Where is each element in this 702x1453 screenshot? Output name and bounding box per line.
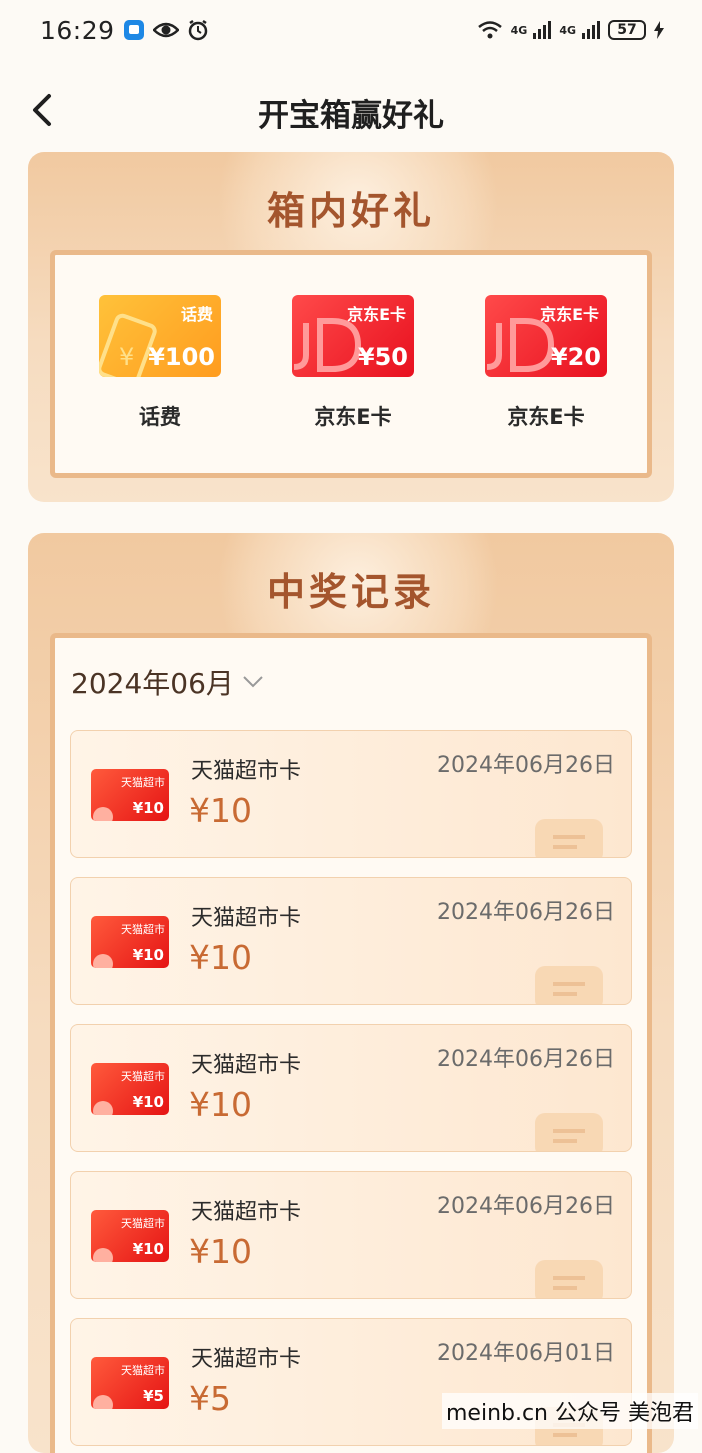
chevron-down-icon xyxy=(243,676,263,688)
jd-card: 京东E卡 ¥50 xyxy=(292,295,414,377)
record-date: 2024年06月26日 xyxy=(437,753,615,778)
tmall-card: 天猫超市 ¥5 xyxy=(91,1357,169,1409)
wifi-icon xyxy=(477,20,503,40)
tmall-card: 天猫超市 ¥10 xyxy=(91,1210,169,1262)
tmall-card-amount: ¥10 xyxy=(132,1093,164,1111)
record-date: 2024年06月01日 xyxy=(437,1341,615,1366)
prize-panel: 箱内好礼 ¥ 话费 ¥100 话费 京东E卡 ¥50 京东E卡 京东E卡 ¥20… xyxy=(28,152,674,502)
watermark: meinb.cn 公众号 美泡君 xyxy=(441,1393,698,1429)
ticket-icon xyxy=(535,966,603,1004)
status-bar: 16:29 4G 4G 57 xyxy=(0,0,702,60)
record-item[interactable]: 天猫超市 ¥10 天猫超市卡 ¥10 2024年06月26日 xyxy=(70,1171,632,1299)
network-label-2: 4G xyxy=(559,23,576,37)
prize-card-amount: ¥100 xyxy=(148,343,215,371)
signal-icon-2 xyxy=(582,21,600,39)
record-item[interactable]: 天猫超市 ¥10 天猫超市卡 ¥10 2024年06月26日 xyxy=(70,1024,632,1152)
month-selector[interactable]: 2024年06月 xyxy=(71,662,264,702)
prize-list: ¥ 话费 ¥100 话费 京东E卡 ¥50 京东E卡 京东E卡 ¥20 京东E卡 xyxy=(50,250,652,478)
charging-icon xyxy=(654,21,664,39)
page-title: 开宝箱赢好礼 xyxy=(258,98,444,134)
month-label: 2024年06月 xyxy=(71,667,234,700)
record-section-title: 中奖记录 xyxy=(266,569,435,614)
tmall-card-amount: ¥10 xyxy=(132,1240,164,1258)
prize-card-amount: ¥50 xyxy=(357,343,408,371)
jd-card: 京东E卡 ¥20 xyxy=(485,295,607,377)
message-app-icon xyxy=(123,19,145,41)
alarm-icon xyxy=(187,19,209,41)
record-amount: ¥10 xyxy=(189,938,252,977)
ticket-icon xyxy=(535,1113,603,1151)
header: 开宝箱赢好礼 xyxy=(0,78,702,144)
eye-icon xyxy=(152,20,179,40)
record-name: 天猫超市卡 xyxy=(191,759,302,784)
record-amount: ¥10 xyxy=(189,791,252,830)
prize-item-jd-card-50[interactable]: 京东E卡 ¥50 京东E卡 xyxy=(273,295,433,431)
tmall-card-amount: ¥5 xyxy=(143,1387,164,1405)
record-list: 2024年06月 天猫超市 ¥10 天猫超市卡 ¥10 2024年06月26日 … xyxy=(50,633,652,1453)
record-name: 天猫超市卡 xyxy=(191,906,302,931)
tmall-card-label: 天猫超市 xyxy=(121,1070,165,1083)
battery-indicator: 57 xyxy=(608,20,646,40)
tmall-card-amount: ¥10 xyxy=(132,946,164,964)
tmall-card: 天猫超市 ¥10 xyxy=(91,1063,169,1115)
prize-card-label: 京东E卡 xyxy=(347,305,406,324)
tmall-card: 天猫超市 ¥10 xyxy=(91,769,169,821)
prize-name: 京东E卡 xyxy=(314,405,392,429)
tmall-card-amount: ¥10 xyxy=(132,799,164,817)
tmall-card-label: 天猫超市 xyxy=(121,1364,165,1377)
svg-text:¥: ¥ xyxy=(119,343,134,371)
record-name: 天猫超市卡 xyxy=(191,1347,302,1372)
record-item[interactable]: 天猫超市 ¥10 天猫超市卡 ¥10 2024年06月26日 xyxy=(70,877,632,1005)
record-date: 2024年06月26日 xyxy=(437,1047,615,1072)
network-label-1: 4G xyxy=(510,23,528,37)
status-left: 16:29 xyxy=(40,16,209,45)
record-date: 2024年06月26日 xyxy=(437,1194,615,1219)
record-date: 2024年06月26日 xyxy=(437,900,615,925)
ticket-icon xyxy=(535,1260,603,1298)
tmall-card-label: 天猫超市 xyxy=(121,1217,165,1230)
record-amount: ¥10 xyxy=(189,1085,252,1124)
prize-section-title: 箱内好礼 xyxy=(266,188,435,233)
record-amount: ¥10 xyxy=(189,1232,252,1271)
ticket-icon xyxy=(535,819,603,857)
prize-name: 话费 xyxy=(139,405,181,429)
record-amount: ¥5 xyxy=(189,1379,231,1418)
record-name: 天猫超市卡 xyxy=(191,1200,302,1225)
record-item[interactable]: 天猫超市 ¥10 天猫超市卡 ¥10 2024年06月26日 xyxy=(70,730,632,858)
signal-icon-1 xyxy=(533,21,552,39)
prize-name: 京东E卡 xyxy=(507,405,585,429)
tmall-card-label: 天猫超市 xyxy=(121,776,165,789)
tmall-card-label: 天猫超市 xyxy=(121,923,165,936)
prize-item-phone-credit[interactable]: ¥ 话费 ¥100 话费 xyxy=(80,295,240,431)
status-time: 16:29 xyxy=(40,15,115,45)
record-panel: 中奖记录 2024年06月 天猫超市 ¥10 天猫超市卡 ¥10 2024年06… xyxy=(28,533,674,1453)
prize-card-label: 京东E卡 xyxy=(540,305,599,324)
prize-card-amount: ¥20 xyxy=(550,343,601,371)
status-right: 4G 4G 57 xyxy=(477,20,664,40)
phone-credit-card: ¥ 话费 ¥100 xyxy=(99,295,221,377)
record-name: 天猫超市卡 xyxy=(191,1053,302,1078)
prize-item-jd-card-20[interactable]: 京东E卡 ¥20 京东E卡 xyxy=(466,295,626,431)
prize-card-label: 话费 xyxy=(180,305,213,324)
tmall-card: 天猫超市 ¥10 xyxy=(91,916,169,968)
